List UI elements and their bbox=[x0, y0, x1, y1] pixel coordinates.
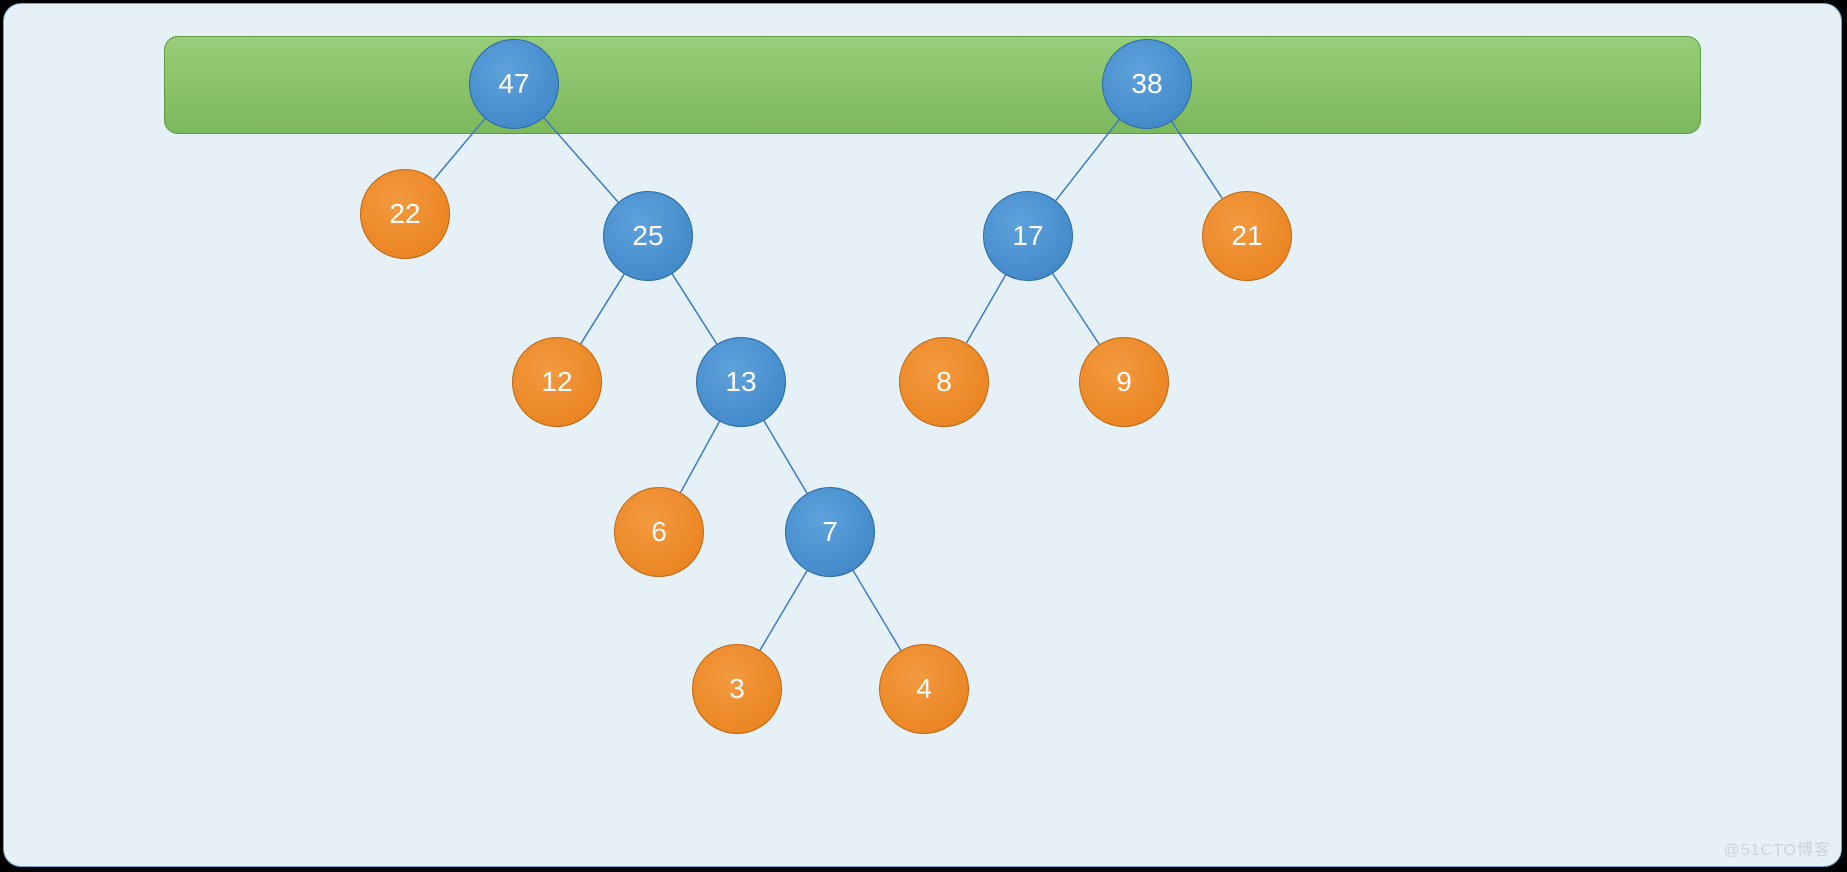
tree-node-label: 9 bbox=[1116, 366, 1132, 398]
tree-node-label: 3 bbox=[729, 673, 745, 705]
tree-edge bbox=[966, 275, 1005, 343]
tree-node-4: 4 bbox=[879, 644, 969, 734]
tree-node-label: 38 bbox=[1131, 68, 1162, 100]
tree-node-38: 38 bbox=[1102, 39, 1192, 129]
tree-edge bbox=[581, 274, 624, 344]
tree-node-17: 17 bbox=[983, 191, 1073, 281]
diagram-canvas: 47 22 25 12 13 6 7 3 4 38 17 21 8 9 @51CTO博客 bbox=[3, 3, 1842, 867]
tree-edge bbox=[760, 571, 807, 651]
tree-node-25: 25 bbox=[603, 191, 693, 281]
tree-node-label: 6 bbox=[651, 516, 667, 548]
tree-node-label: 17 bbox=[1012, 220, 1043, 252]
tree-edge bbox=[434, 118, 485, 179]
tree-node-label: 21 bbox=[1231, 220, 1262, 252]
tree-node-label: 13 bbox=[725, 366, 756, 398]
watermark-text: @51CTO博客 bbox=[1723, 836, 1831, 860]
tree-node-3: 3 bbox=[692, 644, 782, 734]
tree-node-label: 22 bbox=[389, 198, 420, 230]
tree-node-8: 8 bbox=[899, 337, 989, 427]
tree-edge bbox=[1172, 122, 1223, 199]
tree-node-label: 8 bbox=[936, 366, 952, 398]
tree-edge bbox=[681, 421, 720, 492]
tree-node-6: 6 bbox=[614, 487, 704, 577]
tree-node-label: 12 bbox=[541, 366, 572, 398]
tree-edge bbox=[672, 274, 717, 344]
tree-node-47: 47 bbox=[469, 39, 559, 129]
tree-node-7: 7 bbox=[785, 487, 875, 577]
tree-node-9: 9 bbox=[1079, 337, 1169, 427]
tree-node-21: 21 bbox=[1202, 191, 1292, 281]
tree-edge bbox=[1056, 119, 1120, 200]
tree-edge bbox=[853, 571, 901, 651]
tree-node-label: 47 bbox=[498, 68, 529, 100]
tree-edge bbox=[544, 118, 618, 202]
tree-node-12: 12 bbox=[512, 337, 602, 427]
tree-node-label: 25 bbox=[632, 220, 663, 252]
tree-edge bbox=[764, 421, 807, 494]
tree-node-label: 4 bbox=[916, 673, 932, 705]
tree-edge bbox=[1053, 274, 1100, 345]
edges-layer bbox=[4, 4, 1843, 868]
tree-node-22: 22 bbox=[360, 169, 450, 259]
tree-node-13: 13 bbox=[696, 337, 786, 427]
tree-node-label: 7 bbox=[822, 516, 838, 548]
